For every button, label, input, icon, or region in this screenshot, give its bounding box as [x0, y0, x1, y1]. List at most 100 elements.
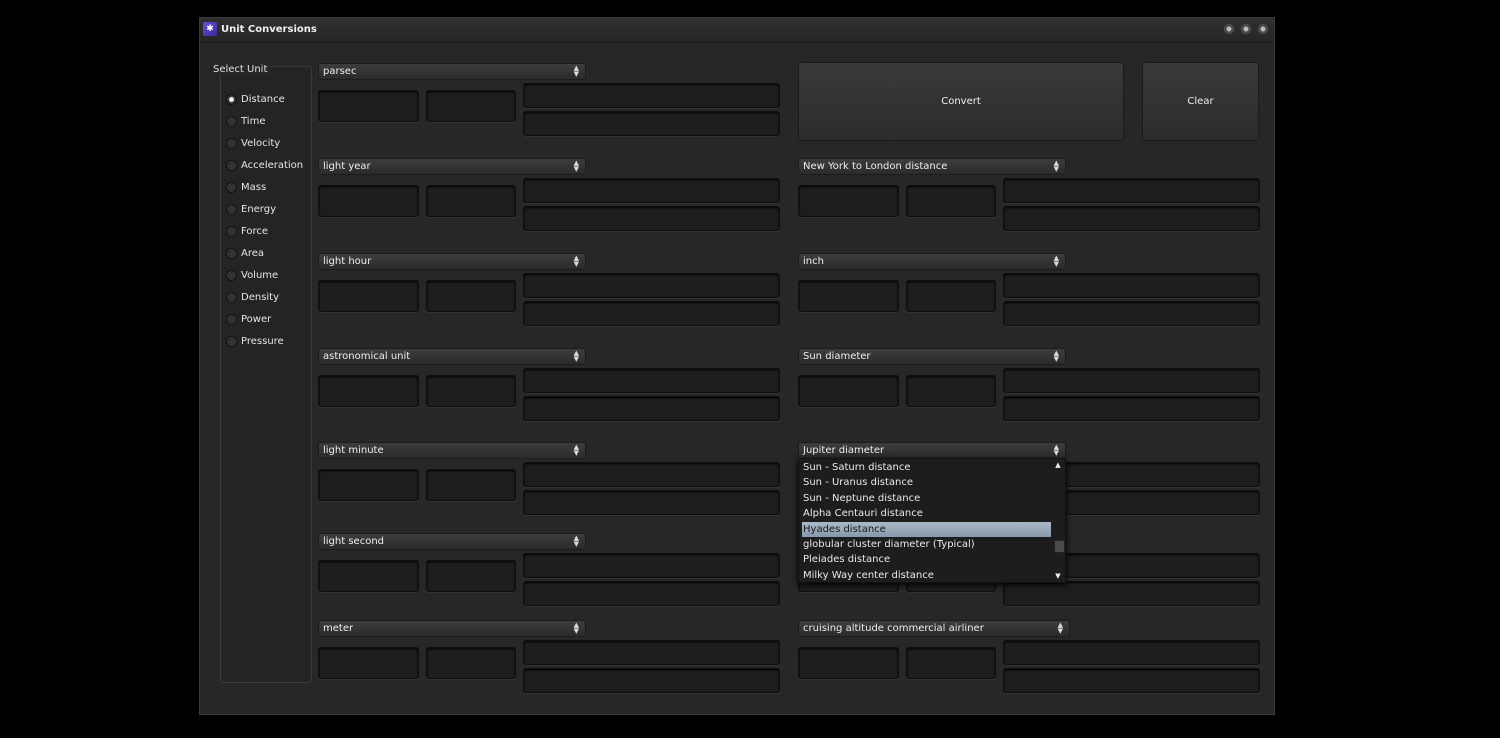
result-field-secondary[interactable]: [1003, 396, 1260, 421]
unit-select[interactable]: Sun diameter ▲ ▼: [798, 348, 1066, 365]
exponent-input[interactable]: [426, 375, 516, 407]
radio-power[interactable]: Power: [226, 311, 271, 327]
dropdown-item[interactable]: Alpha Centauri distance: [802, 506, 1051, 521]
result-field-secondary[interactable]: [1003, 301, 1260, 326]
result-field[interactable]: [523, 553, 780, 578]
result-field-secondary[interactable]: [523, 490, 780, 515]
radio-button[interactable]: [226, 291, 237, 303]
dropdown-item[interactable]: Sun - Uranus distance: [802, 475, 1051, 490]
radio-acceleration[interactable]: Acceleration: [226, 157, 303, 173]
result-field[interactable]: [1003, 178, 1260, 203]
result-field[interactable]: [523, 178, 780, 203]
scroll-down-icon[interactable]: ▼: [1053, 572, 1063, 580]
radio-volume[interactable]: Volume: [226, 267, 278, 283]
value-input[interactable]: [798, 185, 899, 217]
exponent-input[interactable]: [906, 280, 996, 312]
value-input[interactable]: [798, 375, 899, 407]
exponent-input[interactable]: [426, 90, 516, 122]
result-field[interactable]: [523, 273, 780, 298]
radio-mass[interactable]: Mass: [226, 179, 266, 195]
result-field-secondary[interactable]: [1003, 206, 1260, 231]
unit-select[interactable]: New York to London distance ▲ ▼: [798, 158, 1066, 175]
dropdown-item[interactable]: Sun - Neptune distance: [802, 491, 1051, 506]
radio-distance[interactable]: Distance: [226, 91, 285, 107]
scroll-up-icon[interactable]: ▲: [1053, 461, 1063, 469]
unit-select[interactable]: Jupiter diameter ▲ ▼: [798, 442, 1066, 459]
result-field[interactable]: [1003, 640, 1260, 665]
exponent-input[interactable]: [906, 185, 996, 217]
convert-button[interactable]: Convert: [798, 62, 1124, 141]
maximize-button[interactable]: [1241, 24, 1251, 34]
value-input[interactable]: [318, 647, 419, 679]
exponent-input[interactable]: [426, 560, 516, 592]
updown-arrows-icon: ▲ ▼: [573, 443, 579, 457]
close-button[interactable]: [1258, 24, 1268, 34]
radio-button[interactable]: [226, 335, 237, 347]
result-field-secondary[interactable]: [523, 111, 780, 136]
result-field-secondary[interactable]: [1003, 581, 1260, 606]
dropdown-item[interactable]: Milky Way center distance: [802, 568, 1051, 583]
radio-density[interactable]: Density: [226, 289, 279, 305]
updown-arrows-icon: ▲ ▼: [1053, 254, 1059, 268]
value-input[interactable]: [798, 280, 899, 312]
unit-select[interactable]: cruising altitude commercial airliner ▲ ▼: [798, 620, 1070, 637]
result-field[interactable]: [523, 462, 780, 487]
radio-button[interactable]: [226, 93, 237, 105]
result-field-secondary[interactable]: [523, 581, 780, 606]
result-field-secondary[interactable]: [523, 396, 780, 421]
exponent-input[interactable]: [906, 375, 996, 407]
unit-select[interactable]: light year ▲ ▼: [318, 158, 586, 175]
unit-select[interactable]: parsec ▲ ▼: [318, 63, 586, 80]
dropdown-item[interactable]: Sun - Saturn distance: [802, 460, 1051, 475]
unit-select[interactable]: light second ▲ ▼: [318, 533, 586, 550]
value-input[interactable]: [798, 647, 899, 679]
radio-pressure[interactable]: Pressure: [226, 333, 284, 349]
result-field[interactable]: [523, 640, 780, 665]
unit-select[interactable]: astronomical unit ▲ ▼: [318, 348, 586, 365]
value-input[interactable]: [318, 375, 419, 407]
clear-button[interactable]: Clear: [1142, 62, 1259, 141]
radio-button[interactable]: [226, 137, 237, 149]
dropdown-item[interactable]: Hyades distance: [802, 521, 1051, 537]
radio-button[interactable]: [226, 247, 237, 259]
result-field-secondary[interactable]: [523, 206, 780, 231]
result-field[interactable]: [1003, 368, 1260, 393]
radio-button[interactable]: [226, 181, 237, 193]
exponent-input[interactable]: [426, 185, 516, 217]
dropdown-item[interactable]: globular cluster diameter (Typical): [802, 537, 1051, 552]
radio-button[interactable]: [226, 313, 237, 325]
result-field[interactable]: [523, 83, 780, 108]
exponent-input[interactable]: [426, 280, 516, 312]
unit-select[interactable]: light minute ▲ ▼: [318, 442, 586, 459]
radio-button[interactable]: [226, 225, 237, 237]
radio-time[interactable]: Time: [226, 113, 265, 129]
result-field[interactable]: [523, 368, 780, 393]
radio-button[interactable]: [226, 269, 237, 281]
result-field-secondary[interactable]: [1003, 668, 1260, 693]
exponent-input[interactable]: [906, 647, 996, 679]
result-field-secondary[interactable]: [523, 301, 780, 326]
exponent-input[interactable]: [426, 469, 516, 501]
radio-button[interactable]: [226, 203, 237, 215]
exponent-input[interactable]: [426, 647, 516, 679]
result-field[interactable]: [1003, 273, 1260, 298]
value-input[interactable]: [318, 280, 419, 312]
radio-button[interactable]: [226, 115, 237, 127]
value-input[interactable]: [318, 185, 419, 217]
result-field-secondary[interactable]: [523, 668, 780, 693]
value-input[interactable]: [318, 90, 419, 122]
value-input[interactable]: [318, 560, 419, 592]
value-input[interactable]: [318, 469, 419, 501]
scroll-thumb[interactable]: [1054, 540, 1065, 553]
radio-energy[interactable]: Energy: [226, 201, 276, 217]
radio-force[interactable]: Force: [226, 223, 268, 239]
radio-velocity[interactable]: Velocity: [226, 135, 280, 151]
radio-button[interactable]: [226, 159, 237, 171]
minimize-button[interactable]: [1224, 24, 1234, 34]
unit-select[interactable]: light hour ▲ ▼: [318, 253, 586, 270]
dropdown-scrollbar[interactable]: ▲ ▼: [1053, 461, 1065, 580]
dropdown-item[interactable]: Pleiades distance: [802, 552, 1051, 567]
unit-select[interactable]: inch ▲ ▼: [798, 253, 1066, 270]
unit-select[interactable]: meter ▲ ▼: [318, 620, 586, 637]
radio-area[interactable]: Area: [226, 245, 264, 261]
